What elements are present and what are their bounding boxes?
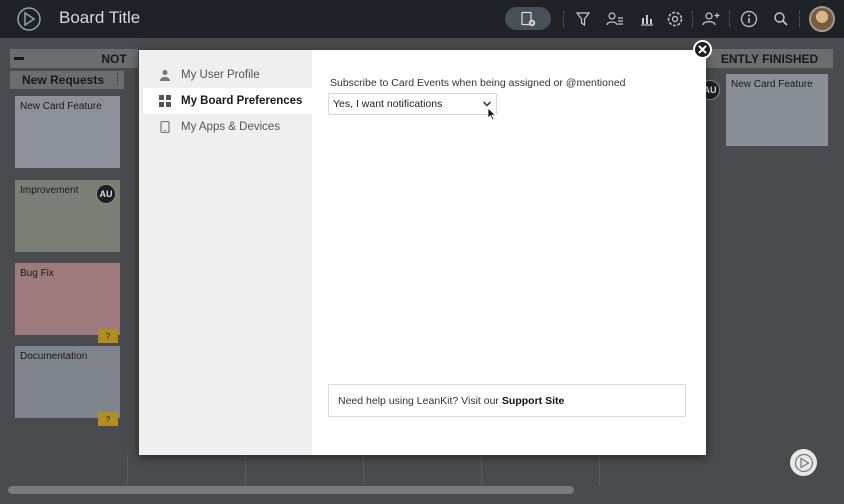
lane-header-label: ENTLY FINISHED bbox=[720, 51, 819, 66]
support-site-link[interactable]: Support Site bbox=[502, 395, 564, 407]
column-divider bbox=[127, 455, 128, 485]
sub-lane-label: New Requests bbox=[22, 73, 105, 87]
notification-preference-label: Subscribe to Card Events when being assi… bbox=[330, 77, 626, 89]
card-title: Documentation bbox=[20, 351, 88, 362]
selected-option: Yes, I want notifications bbox=[333, 98, 443, 110]
logo-icon[interactable] bbox=[17, 7, 41, 31]
card-title: New Card Feature bbox=[20, 101, 102, 112]
card[interactable]: Improvement AU bbox=[15, 180, 120, 252]
close-icon bbox=[698, 45, 707, 54]
horizontal-scrollbar[interactable] bbox=[8, 486, 574, 494]
people-filter-icon[interactable] bbox=[604, 8, 626, 30]
card-tag[interactable]: ? bbox=[98, 412, 118, 426]
nav-item-label: My Board Preferences bbox=[181, 95, 303, 107]
nav-item-apps-devices[interactable]: My Apps & Devices bbox=[143, 114, 312, 140]
assignee-badge[interactable]: AU bbox=[96, 184, 116, 204]
column-divider bbox=[481, 455, 482, 485]
add-user-icon[interactable] bbox=[700, 8, 722, 30]
toolbar-divider bbox=[563, 11, 564, 27]
mouse-cursor-icon bbox=[487, 107, 497, 121]
close-modal-button[interactable] bbox=[693, 40, 712, 59]
card[interactable]: Bug Fix ? bbox=[15, 263, 120, 343]
settings-icon[interactable] bbox=[664, 8, 686, 30]
top-bar: Board Title bbox=[0, 0, 844, 38]
column-divider bbox=[363, 455, 364, 485]
user-settings-modal: My User Profile My Board Preferences My … bbox=[139, 50, 706, 455]
analytics-icon[interactable] bbox=[636, 8, 658, 30]
help-button[interactable] bbox=[790, 449, 817, 476]
column-divider bbox=[599, 455, 600, 485]
card-title: Improvement bbox=[20, 185, 79, 196]
avatar[interactable] bbox=[809, 6, 835, 32]
card[interactable]: New Card Feature bbox=[15, 96, 120, 168]
card[interactable]: New Card Feature bbox=[726, 74, 828, 146]
sub-lane-new-requests[interactable]: New Requests bbox=[10, 71, 124, 89]
column-divider bbox=[245, 455, 246, 485]
add-card-button[interactable] bbox=[505, 7, 551, 30]
card-title: New Card Feature bbox=[731, 79, 813, 90]
info-icon[interactable] bbox=[738, 8, 760, 30]
card-title: Bug Fix bbox=[20, 268, 54, 279]
board-title: Board Title bbox=[59, 8, 141, 27]
filter-icon[interactable] bbox=[572, 8, 594, 30]
drag-handle-icon[interactable] bbox=[117, 73, 121, 85]
toolbar-divider bbox=[692, 11, 693, 27]
collapse-lane-button[interactable] bbox=[12, 52, 26, 64]
card[interactable]: Documentation ? bbox=[15, 346, 120, 426]
help-text: Need help using LeanKit? Visit our bbox=[338, 394, 499, 407]
device-icon bbox=[158, 120, 172, 134]
settings-sidebar: My User Profile My Board Preferences My … bbox=[139, 50, 312, 455]
toolbar-divider bbox=[729, 11, 730, 27]
lane-header-not-started[interactable]: NOT bbox=[10, 49, 138, 68]
toolbar-divider bbox=[799, 11, 800, 27]
user-icon bbox=[158, 68, 172, 82]
nav-item-user-profile[interactable]: My User Profile bbox=[143, 62, 312, 88]
support-help-box: Need help using LeanKit? Visit our Suppo… bbox=[328, 384, 686, 417]
lane-header-recently-finished[interactable]: ENTLY FINISHED bbox=[706, 49, 833, 68]
search-icon[interactable] bbox=[770, 8, 792, 30]
card-tag[interactable]: ? bbox=[98, 329, 118, 343]
play-logo-icon bbox=[794, 453, 813, 472]
nav-item-label: My Apps & Devices bbox=[181, 121, 281, 133]
lane-header-label: NOT bbox=[101, 51, 127, 66]
nav-item-label: My User Profile bbox=[181, 69, 260, 81]
add-card-icon bbox=[521, 11, 536, 26]
notification-preference-select[interactable]: Yes, I want notifications bbox=[328, 93, 497, 115]
nav-item-board-preferences[interactable]: My Board Preferences bbox=[143, 88, 312, 114]
grid-icon bbox=[158, 94, 172, 108]
